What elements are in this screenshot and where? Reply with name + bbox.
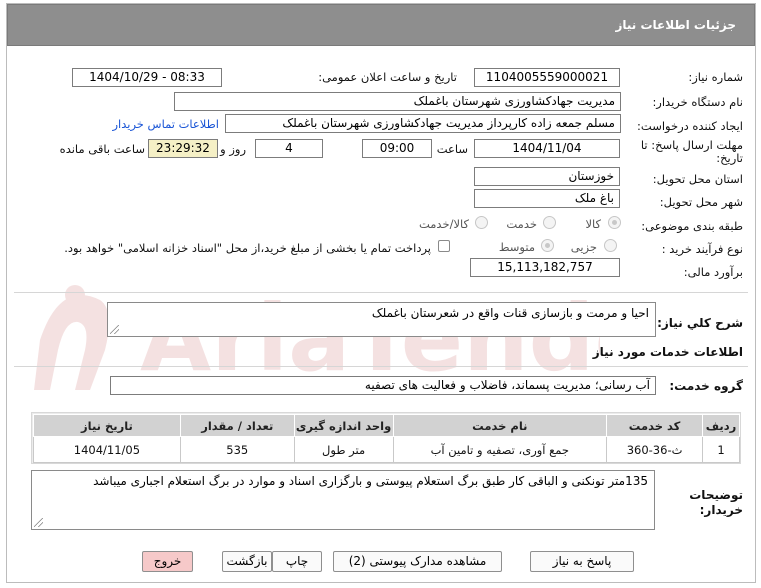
payment-note: پرداخت تمام یا بخشی از مبلغ خرید،از محل … (64, 241, 431, 255)
col-service-name: نام خدمت (392, 414, 608, 437)
buyer-notes-textarea[interactable]: 135متر تونکنی و الباقی کار طبق برگ استعل… (31, 470, 655, 530)
attachments-button[interactable]: مشاهده مدارک پیوستی (2) (333, 551, 502, 572)
reply-button[interactable]: پاسخ به نیاز (530, 551, 634, 572)
category-both-radio[interactable] (475, 216, 488, 229)
deadline-hour-field: 09:00 (362, 139, 432, 158)
service-group-field: آب رسانی؛ مدیریت پسماند، فاضلاب و فعالیت… (110, 376, 656, 395)
cell-need-date: 1404/11/05 (33, 436, 181, 463)
back-button[interactable]: بازگشت (222, 551, 272, 572)
estimate-label: برآورد مالی: (683, 265, 743, 279)
announce-label: تاریخ و ساعت اعلان عمومی: (318, 70, 457, 84)
remaining-time-field: 23:29:32 (148, 139, 218, 158)
payment-checkbox[interactable] (438, 240, 450, 252)
category-goods-label: کالا (585, 217, 601, 231)
category-service-radio[interactable] (543, 216, 556, 229)
deadline-date-field: 1404/11/04 (474, 139, 620, 158)
buyer-org-field: مدیریت جهادکشاورزی شهرستان باغملک (174, 92, 621, 111)
services-section-title: اطلاعات خدمات مورد نیاز (592, 345, 743, 359)
description-textarea[interactable]: احیا و مرمت و بازسازی قنات واقع در شعرست… (107, 302, 656, 337)
category-service-label: خدمت (506, 217, 537, 231)
col-quantity: تعداد / مقدار (179, 414, 295, 437)
process-small-radio[interactable] (604, 239, 617, 252)
table-header-row: ردیف کد خدمت نام خدمت واحد اندازه گیری ت… (33, 414, 740, 437)
col-need-date: تاریخ نیاز (33, 414, 181, 437)
cell-quantity: 535 (179, 436, 295, 463)
category-both-label: کالا/خدمت (418, 217, 469, 231)
estimate-field: 15,113,182,757 (470, 258, 620, 277)
days-field: 4 (255, 139, 323, 158)
process-label: نوع فرآیند خرید : (661, 242, 743, 256)
divider-2 (14, 366, 748, 367)
buyer-org-label: نام دستگاه خریدار: (652, 95, 743, 109)
col-row-number: ردیف (702, 414, 740, 437)
divider-1 (14, 292, 748, 293)
need-number-field: 1104005559000021 (474, 68, 620, 87)
remaining-label: ساعت باقی مانده (59, 142, 145, 156)
service-group-label: گروه خدمت: (669, 379, 743, 393)
buyer-notes-label: توضیحات (689, 488, 743, 502)
buyer-notes-label-2: خریدار: (699, 503, 743, 517)
province-field: خوزستان (474, 167, 620, 186)
days-and-label: روز و (220, 142, 246, 156)
city-field: باغ ملک (474, 189, 620, 208)
col-service-code: کد خدمت (606, 414, 704, 437)
cell-service-name: جمع آوری، تصفیه و تامین آب (392, 436, 608, 463)
category-goods-radio[interactable] (608, 216, 621, 229)
cell-service-code: ث-36-360 (606, 436, 704, 463)
category-label: طبقه بندی موضوعی: (641, 219, 743, 233)
cell-row-number: 1 (702, 436, 740, 463)
deadline-label: مهلت ارسال پاسخ: تا (640, 138, 743, 152)
province-label: استان محل تحویل: (652, 172, 743, 186)
description-label: شرح کلي نياز: (657, 316, 743, 330)
announce-field: 1404/10/29 - 08:33 (72, 68, 222, 87)
page-title: جزئیات اطلاعات نیاز (615, 18, 736, 32)
city-label: شهر محل تحویل: (659, 195, 743, 209)
col-unit: واحد اندازه گیری (293, 414, 394, 437)
buyer-contact-link[interactable]: اطلاعات تماس خریدار (112, 117, 219, 131)
header-bar: جزئیات اطلاعات نیاز (7, 4, 755, 46)
exit-button[interactable]: خروج (142, 551, 193, 572)
process-medium-radio[interactable] (541, 239, 554, 252)
description-text: احیا و مرمت و بازسازی قنات واقع در شعرست… (371, 306, 649, 320)
print-button[interactable]: چاپ (272, 551, 322, 572)
resize-grip-icon[interactable] (34, 518, 43, 527)
buyer-notes-text: 135متر تونکنی و الباقی کار طبق برگ استعل… (93, 474, 648, 488)
process-small-label: جزیی (570, 240, 597, 254)
table-row: 1 ث-36-360 جمع آوری، تصفیه و تامین آب مت… (33, 436, 740, 463)
need-number-label: شماره نیاز: (688, 70, 743, 84)
deadline-hour-label: ساعت (436, 142, 468, 156)
cell-unit: متر طول (293, 436, 394, 463)
services-table: ردیف کد خدمت نام خدمت واحد اندازه گیری ت… (33, 414, 740, 463)
requester-field: مسلم جمعه زاده کارپرداز مدیریت جهادکشاور… (225, 114, 621, 133)
process-medium-label: متوسط (498, 240, 535, 254)
requester-label: ایجاد کننده درخواست: (637, 119, 743, 133)
deadline-label-date: تاریخ: (716, 151, 743, 165)
resize-grip-icon[interactable] (110, 325, 119, 334)
